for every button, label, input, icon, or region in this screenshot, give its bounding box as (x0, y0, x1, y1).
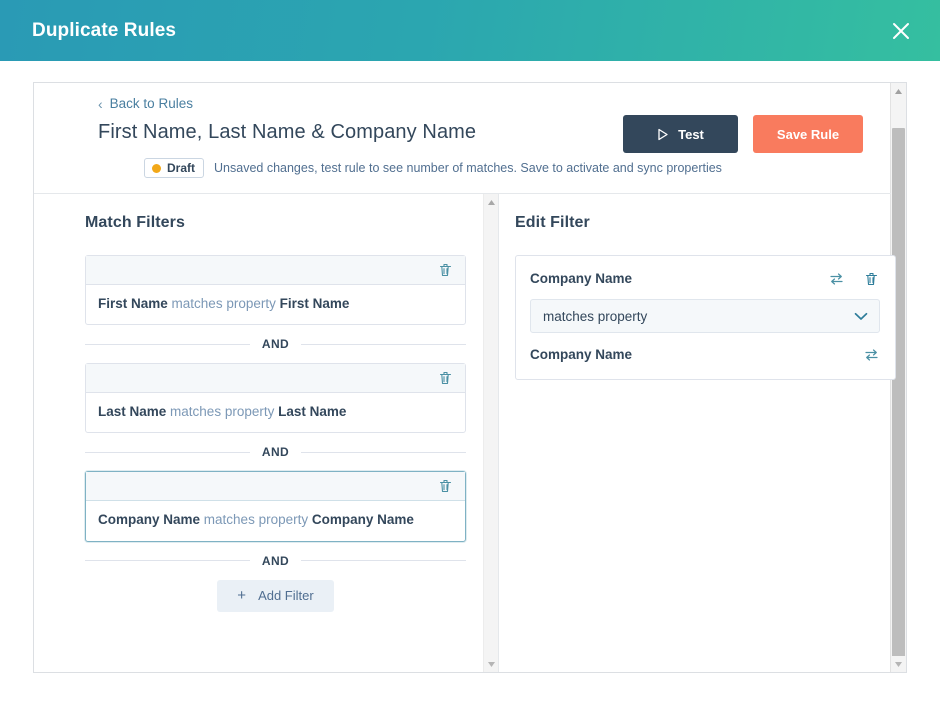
scrollbar-thumb[interactable] (892, 128, 905, 668)
divider (301, 343, 467, 345)
delete-filter-button[interactable] (863, 270, 880, 287)
filter-property: Last Name (98, 404, 167, 420)
and-separator: AND (85, 553, 467, 568)
add-filter-row: + Add Filter (85, 579, 466, 612)
save-rule-button-label: Save Rule (776, 126, 840, 142)
chevron-down-icon (854, 312, 868, 321)
filter-value: First Name (279, 296, 350, 311)
filter-operator: matches property (171, 296, 276, 311)
delete-filter-button[interactable] (436, 477, 454, 495)
edit-filter-target-property: Company Name (530, 347, 633, 362)
chevron-down-icon (487, 661, 496, 668)
filter-list: First Name matches property First Name A… (85, 255, 483, 612)
editor-body: Match Filters First Name matches propert… (34, 194, 896, 672)
close-button[interactable] (886, 16, 916, 46)
scroll-down-button[interactable] (484, 656, 499, 672)
trash-icon (439, 479, 452, 493)
trash-icon (439, 263, 452, 277)
add-filter-label: Add Filter (258, 588, 314, 604)
filter-property: First Name (98, 296, 168, 311)
status-badge-label: Draft (167, 161, 196, 175)
filter-value: Company Name (311, 512, 414, 528)
close-icon (891, 21, 911, 41)
and-label: AND (261, 445, 290, 460)
chevron-up-icon (894, 88, 903, 95)
panel-header: ‹ Back to Rules First Name, Last Name & … (34, 83, 891, 194)
and-separator: AND (85, 445, 467, 460)
filter-card[interactable]: First Name matches property First Name (85, 255, 466, 326)
status-note: Unsaved changes, test rule to see number… (214, 161, 722, 175)
and-separator: AND (85, 337, 467, 352)
divider (85, 343, 250, 345)
edit-filter-target-row: Company Name (530, 346, 880, 363)
chevron-up-icon (487, 199, 496, 206)
filter-card-header (86, 364, 465, 394)
add-filter-button[interactable]: + Add Filter (217, 579, 334, 612)
and-label: AND (261, 337, 290, 352)
filter-card[interactable]: Last Name matches property Last Name (85, 363, 466, 434)
filter-value: Last Name (278, 404, 347, 420)
swap-icon (864, 348, 879, 362)
operator-select[interactable]: matches property (530, 299, 880, 333)
panel-actions: Test Save Rule (623, 115, 863, 153)
divider (301, 451, 467, 453)
filter-property: Company Name (98, 512, 201, 528)
delete-filter-button[interactable] (436, 261, 454, 279)
test-button-label: Test (678, 126, 704, 142)
delete-filter-button[interactable] (436, 369, 454, 387)
edit-filter-actions (828, 270, 880, 287)
trash-icon (865, 272, 878, 286)
trash-icon (439, 371, 452, 385)
edit-filter-card: Company Name matches property Company Na… (515, 255, 896, 380)
divider (85, 451, 250, 453)
match-filters-title: Match Filters (85, 214, 185, 231)
chevron-down-icon (894, 661, 903, 668)
divider (85, 560, 250, 562)
divider (301, 560, 467, 562)
filter-operator: matches property (203, 512, 309, 528)
modal-header: Duplicate Rules (0, 0, 940, 61)
match-filters-scrollbar[interactable] (483, 194, 499, 672)
and-label: AND (261, 553, 290, 568)
status-badge: Draft (144, 158, 205, 178)
chevron-left-icon: ‹ (98, 95, 103, 112)
status-dot-icon (152, 163, 161, 173)
filter-card-body: Last Name matches property Last Name (86, 393, 465, 432)
swap-property-button[interactable] (828, 270, 845, 287)
play-icon (657, 128, 669, 141)
filter-card-body: Company Name matches property Company Na… (86, 501, 465, 540)
scroll-up-button[interactable] (484, 194, 499, 210)
operator-select-value: matches property (543, 308, 648, 324)
filter-card-header (86, 256, 465, 285)
back-to-rules-label: Back to Rules (109, 96, 193, 111)
back-to-rules-link[interactable]: ‹ Back to Rules (98, 96, 193, 111)
scroll-down-button[interactable] (891, 656, 906, 672)
status-row: Draft Unsaved changes, test rule to see … (144, 158, 722, 178)
filter-card-header (86, 472, 465, 502)
edit-filter-property-name: Company Name (530, 271, 633, 286)
rule-title: First Name, Last Name & Company Name (98, 121, 477, 143)
filter-card-selected[interactable]: Company Name matches property Company Na… (85, 471, 466, 542)
edit-filter-property-row: Company Name (530, 270, 880, 287)
swap-target-property-button[interactable] (863, 346, 880, 363)
edit-filter-column: Edit Filter Company Name matches propert… (499, 194, 896, 672)
filter-card-body: First Name matches property First Name (86, 285, 465, 324)
page-title: Duplicate Rules (32, 19, 177, 41)
scroll-up-button[interactable] (891, 83, 906, 99)
rule-editor-panel: ‹ Back to Rules First Name, Last Name & … (33, 82, 907, 673)
test-button[interactable]: Test (623, 115, 738, 153)
plus-icon: + (237, 587, 247, 605)
filter-operator: matches property (170, 404, 275, 420)
edit-filter-title: Edit Filter (515, 214, 590, 231)
swap-icon (829, 272, 844, 286)
match-filters-column: Match Filters First Name matches propert… (34, 194, 483, 672)
save-rule-button[interactable]: Save Rule (753, 115, 863, 153)
